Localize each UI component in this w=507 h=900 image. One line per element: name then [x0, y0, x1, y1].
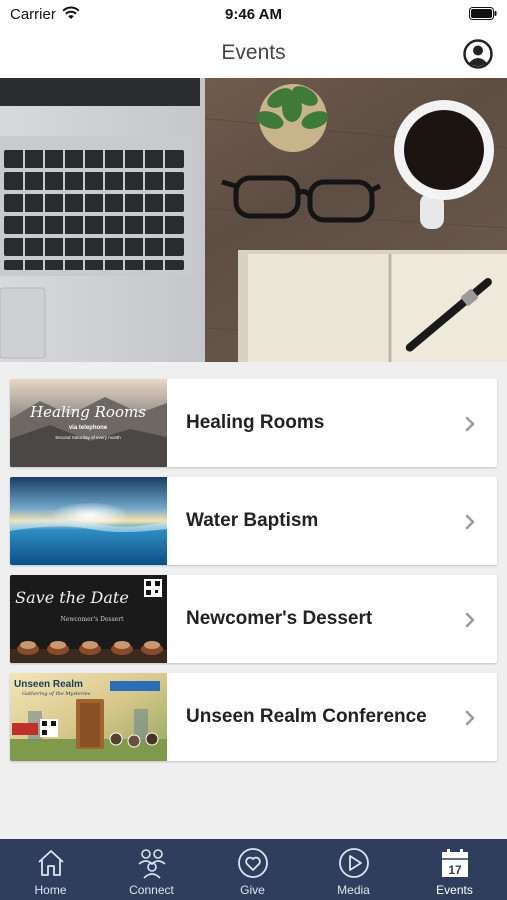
profile-icon[interactable] [463, 39, 493, 69]
calendar-day: 17 [448, 863, 462, 877]
navigation-bar: Events [0, 30, 507, 78]
status-bar: Carrier 9:46 AM [0, 0, 507, 30]
event-card-healing-rooms[interactable]: Healing Rooms via telephone Second Satur… [10, 379, 497, 467]
tab-events[interactable]: 17 Events [404, 839, 505, 900]
chevron-right-icon [465, 612, 475, 628]
thumb-title: Unseen Realm [14, 679, 83, 690]
tab-label: Media [337, 883, 370, 897]
tab-give[interactable]: Give [202, 839, 303, 900]
event-title: Healing Rooms [186, 412, 325, 433]
thumb-subtitle: Newcomer's Dessert [60, 616, 124, 623]
event-title: Newcomer's Dessert [186, 608, 373, 629]
tab-connect[interactable]: Connect [101, 839, 202, 900]
battery-icon [469, 7, 497, 20]
calendar-icon: 17 [441, 849, 468, 877]
heart-icon [237, 848, 268, 878]
people-icon [137, 849, 166, 879]
tab-home[interactable]: Home [0, 839, 101, 900]
chevron-right-icon [465, 514, 475, 530]
tab-media[interactable]: Media [303, 839, 404, 900]
event-card-water-baptism[interactable]: Water Baptism [10, 477, 497, 565]
event-list: Healing Rooms via telephone Second Satur… [10, 379, 497, 771]
event-thumbnail: Healing Rooms via telephone Second Satur… [10, 379, 167, 467]
thumb-title: Healing Rooms [29, 403, 146, 421]
event-thumbnail: Unseen Realm Gathering of the Mysteries [10, 673, 167, 761]
thumb-title: Save the Date [15, 588, 129, 607]
chevron-right-icon [465, 710, 475, 726]
tab-bar: Home Connect Give Media 17 Events [0, 839, 507, 900]
event-title: Unseen Realm Conference [186, 706, 427, 727]
page-title: Events [221, 41, 286, 64]
status-time: 9:46 AM [225, 6, 282, 23]
hero-image [0, 78, 507, 362]
tab-label: Connect [129, 883, 174, 897]
thumb-subtitle: via telephone [69, 425, 108, 431]
event-thumbnail [10, 477, 167, 565]
event-title: Water Baptism [186, 510, 319, 531]
thumb-detail: Second Saturday of every month [55, 435, 121, 440]
play-icon [338, 848, 369, 878]
event-card-unseen-realm[interactable]: Unseen Realm Gathering of the Mysteries … [10, 673, 497, 761]
event-thumbnail: Save the Date Newcomer's Dessert [10, 575, 167, 663]
house-icon [37, 850, 64, 876]
thumb-subtitle: Gathering of the Mysteries [22, 691, 91, 697]
event-card-newcomers-dessert[interactable]: Save the Date Newcomer's Dessert Newcome… [10, 575, 497, 663]
chevron-right-icon [465, 416, 475, 432]
tab-label: Events [436, 883, 473, 897]
tab-label: Give [240, 883, 265, 897]
tab-label: Home [34, 883, 67, 897]
